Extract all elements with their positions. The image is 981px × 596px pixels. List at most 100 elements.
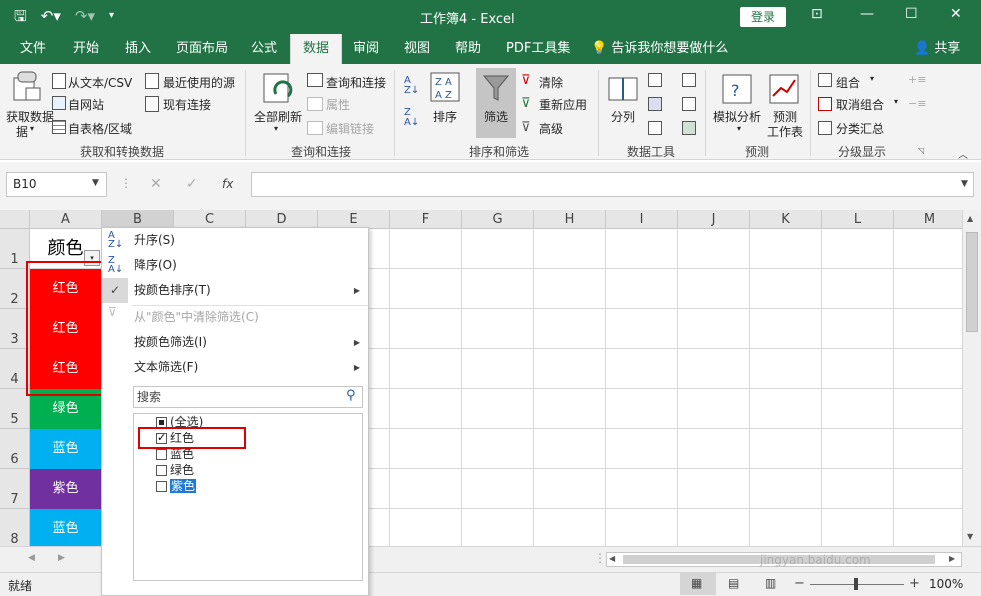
- tab-review[interactable]: 审阅: [351, 34, 381, 64]
- manage-data-model-icon[interactable]: [682, 121, 696, 135]
- row-header[interactable]: 8: [0, 509, 30, 546]
- forecast-sheet-button-line2[interactable]: 工作表: [767, 123, 803, 140]
- row-header[interactable]: 7: [0, 469, 30, 509]
- maximize-icon[interactable]: ☐: [905, 6, 918, 22]
- column-header[interactable]: M: [894, 210, 962, 229]
- sort-ascending-item[interactable]: A Z↓ 升序(S): [102, 228, 368, 253]
- text-filters-item[interactable]: 文本筛选(F) ▶: [102, 355, 368, 380]
- cancel-icon[interactable]: ✕: [150, 176, 162, 192]
- from-web-button[interactable]: 自网站: [68, 96, 104, 113]
- filter-values-list[interactable]: (全选) 红色 蓝色 绿色 紫色: [133, 413, 363, 581]
- clear-filter-item[interactable]: ⊽ 从"颜色"中清除筛选(C): [102, 305, 368, 330]
- filter-item-purple[interactable]: 紫色: [156, 479, 197, 495]
- page-layout-view-icon[interactable]: ▤: [728, 576, 739, 590]
- column-header[interactable]: K: [750, 210, 822, 229]
- edit-links-button[interactable]: 编辑链接: [326, 120, 374, 137]
- sort-by-color-item[interactable]: ✓ 按颜色排序(T) ▶: [102, 278, 368, 303]
- reapply-button[interactable]: 重新应用: [539, 96, 587, 113]
- queries-connections-button[interactable]: 查询和连接: [326, 74, 386, 91]
- filter-search-input[interactable]: 搜索: [133, 386, 363, 408]
- properties-button[interactable]: 属性: [326, 96, 350, 113]
- tab-home[interactable]: 开始: [71, 34, 101, 64]
- scroll-thumb[interactable]: [966, 232, 978, 332]
- color-cell[interactable]: 蓝色: [30, 509, 101, 546]
- scroll-down-icon[interactable]: ▼: [967, 532, 973, 541]
- tab-help[interactable]: 帮助: [453, 34, 483, 64]
- get-data-button[interactable]: 获取数据: [6, 108, 54, 125]
- zoom-level[interactable]: 100%: [929, 577, 963, 591]
- text-to-columns-button[interactable]: 分列: [611, 108, 635, 125]
- checkbox[interactable]: [156, 449, 167, 460]
- minimize-icon[interactable]: —: [860, 6, 874, 22]
- column-header[interactable]: A: [30, 210, 102, 229]
- color-cell[interactable]: 紫色: [30, 469, 101, 509]
- checkbox[interactable]: [156, 481, 167, 492]
- vertical-scrollbar[interactable]: ▲ ▼: [962, 210, 981, 546]
- save-icon[interactable]: 🖫: [14, 7, 27, 25]
- clear-button[interactable]: 清除: [539, 74, 563, 91]
- page-break-preview-icon[interactable]: ▥: [765, 576, 776, 590]
- hide-detail-icon[interactable]: −≡: [908, 97, 926, 110]
- relationships-icon[interactable]: [682, 97, 696, 111]
- tab-pdf-tools[interactable]: PDF工具集: [504, 34, 572, 64]
- zoom-out-icon[interactable]: −: [794, 576, 805, 591]
- consolidate-icon[interactable]: [682, 73, 696, 87]
- enter-icon[interactable]: ✓: [186, 176, 198, 192]
- dialog-launcher-icon[interactable]: ◹: [918, 146, 924, 155]
- redo-icon[interactable]: ↷▾: [75, 7, 95, 25]
- tab-data[interactable]: 数据: [290, 34, 343, 64]
- undo-icon[interactable]: ↶▾: [41, 7, 61, 25]
- customize-qat-icon[interactable]: ▾: [109, 7, 114, 25]
- get-data-button-line2[interactable]: 据: [16, 123, 28, 140]
- refresh-all-button[interactable]: 全部刷新: [254, 108, 302, 125]
- scroll-up-icon[interactable]: ▲: [967, 214, 973, 223]
- existing-connections-button[interactable]: 现有连接: [163, 96, 211, 113]
- sheet-prev-icon[interactable]: ◀: [28, 553, 35, 563]
- sheet-next-icon[interactable]: ▶: [58, 553, 65, 563]
- expand-formula-bar-icon[interactable]: ▼: [961, 179, 968, 189]
- sort-descending-item[interactable]: Z A↓ 降序(O): [102, 253, 368, 278]
- filter-item-blue[interactable]: 蓝色: [156, 447, 194, 463]
- zoom-in-icon[interactable]: +: [909, 576, 920, 591]
- row-header[interactable]: 6: [0, 429, 30, 469]
- remove-duplicates-icon[interactable]: [648, 97, 662, 111]
- select-all-corner[interactable]: [0, 210, 30, 229]
- formula-input[interactable]: [251, 172, 974, 197]
- tab-file[interactable]: 文件: [18, 34, 48, 64]
- recent-sources-button[interactable]: 最近使用的源: [163, 74, 235, 91]
- filter-item-green[interactable]: 绿色: [156, 463, 194, 479]
- scroll-right-icon[interactable]: ▶: [949, 554, 955, 563]
- from-table-button[interactable]: 自表格/区域: [68, 120, 132, 137]
- column-header[interactable]: I: [606, 210, 678, 229]
- from-text-csv-button[interactable]: 从文本/CSV: [68, 74, 132, 91]
- column-header[interactable]: L: [822, 210, 894, 229]
- group-button[interactable]: 组合: [836, 74, 860, 91]
- name-box-dropdown-icon[interactable]: ▼: [92, 178, 99, 188]
- flash-fill-icon[interactable]: [648, 73, 662, 87]
- sort-az-icon[interactable]: A Z↓: [404, 76, 419, 96]
- color-cell[interactable]: 蓝色: [30, 429, 101, 469]
- checkbox[interactable]: [156, 465, 167, 476]
- tab-page-layout[interactable]: 页面布局: [174, 34, 230, 64]
- share-button[interactable]: 👤 共享: [912, 34, 962, 64]
- tab-insert[interactable]: 插入: [123, 34, 153, 64]
- filter-button[interactable]: 筛选: [484, 108, 508, 125]
- collapse-ribbon-icon[interactable]: ︿: [958, 146, 968, 161]
- subtotal-button[interactable]: 分类汇总: [836, 120, 884, 137]
- column-header[interactable]: F: [390, 210, 462, 229]
- ribbon-display-options-icon[interactable]: ⊡: [811, 6, 823, 22]
- sort-za-icon[interactable]: Z A↓: [404, 108, 419, 128]
- ungroup-button[interactable]: 取消组合: [836, 96, 884, 113]
- zoom-slider-thumb[interactable]: [854, 578, 858, 590]
- show-detail-icon[interactable]: +≡: [908, 73, 926, 86]
- tell-me-search[interactable]: 💡 告诉我你想要做什么: [589, 34, 730, 64]
- data-validation-icon[interactable]: [648, 121, 662, 135]
- column-header[interactable]: H: [534, 210, 606, 229]
- login-button[interactable]: 登录: [740, 7, 786, 27]
- filter-by-color-item[interactable]: 按颜色筛选(I) ▶: [102, 330, 368, 355]
- sort-button[interactable]: 排序: [433, 108, 457, 125]
- what-if-analysis-button[interactable]: 模拟分析: [713, 108, 761, 125]
- tab-formulas[interactable]: 公式: [249, 34, 279, 64]
- insert-function-icon[interactable]: fx: [222, 177, 233, 191]
- close-icon[interactable]: ✕: [950, 6, 962, 22]
